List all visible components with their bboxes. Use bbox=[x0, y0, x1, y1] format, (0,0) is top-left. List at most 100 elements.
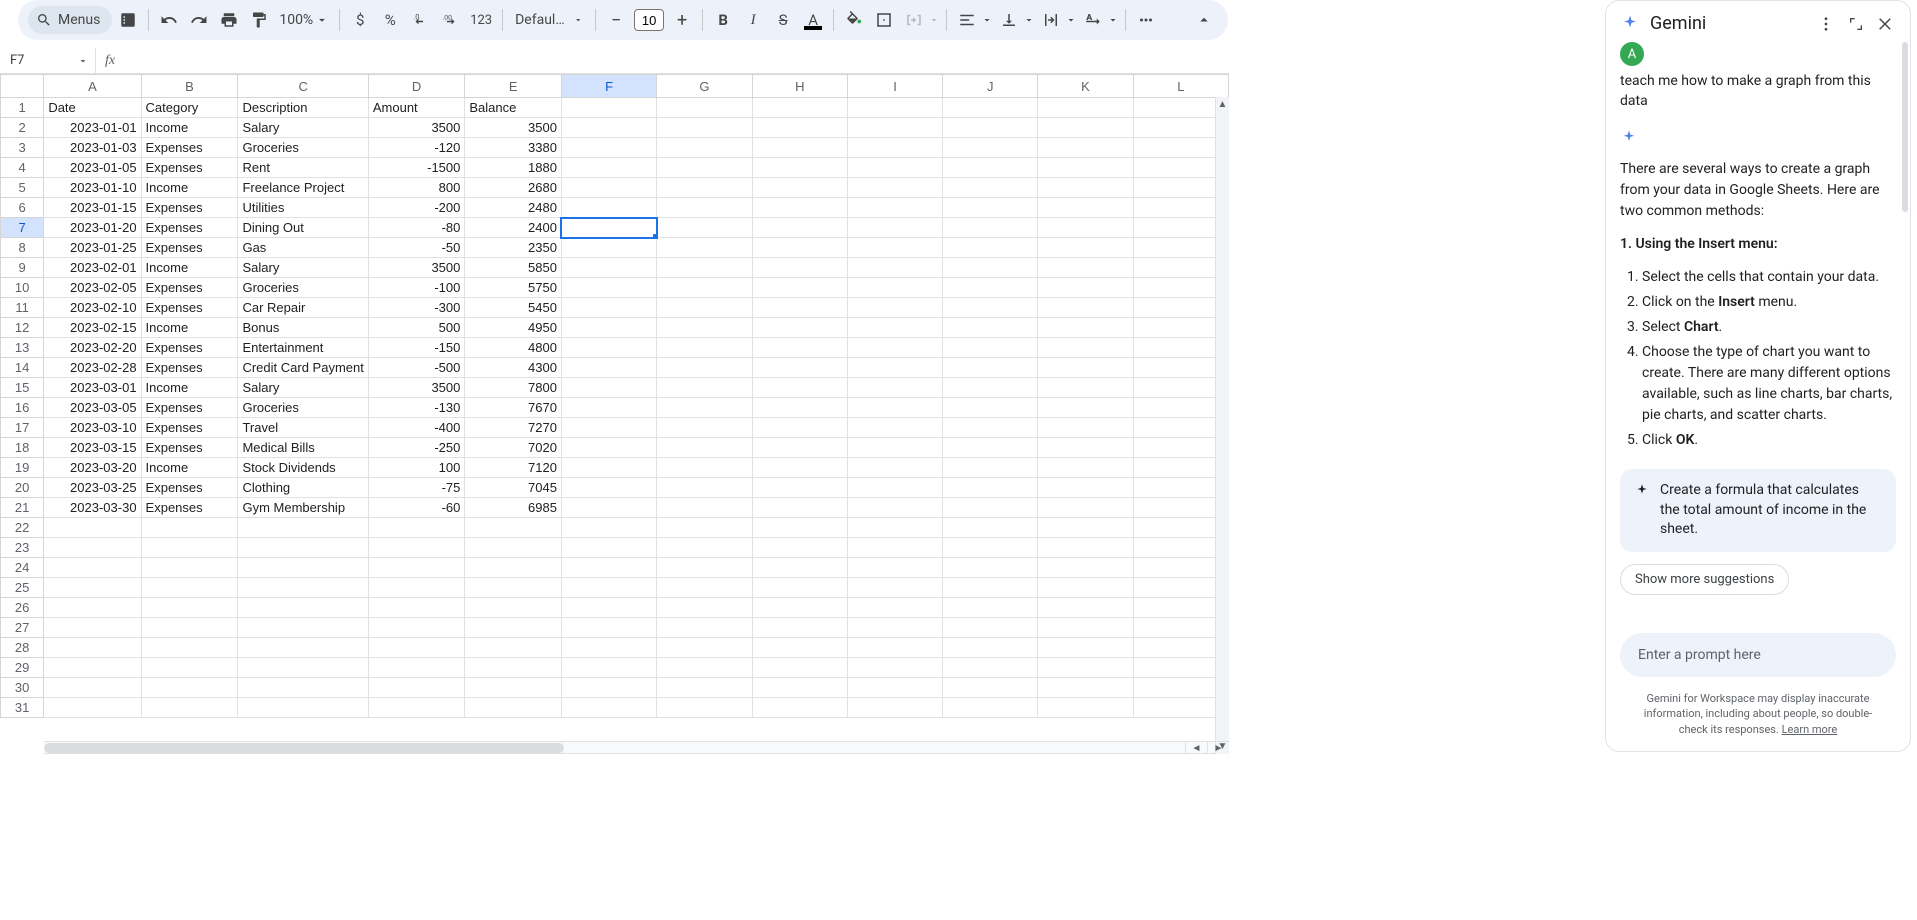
cell[interactable] bbox=[1038, 278, 1133, 298]
cell[interactable] bbox=[1038, 638, 1133, 658]
cell[interactable]: -100 bbox=[368, 278, 465, 298]
cell[interactable] bbox=[752, 498, 847, 518]
cell[interactable] bbox=[847, 438, 942, 458]
cell[interactable] bbox=[1038, 238, 1133, 258]
cell[interactable] bbox=[1038, 418, 1133, 438]
sheets-status-icon[interactable] bbox=[114, 6, 142, 34]
cell[interactable]: -50 bbox=[368, 238, 465, 258]
merge-cells-button[interactable] bbox=[900, 6, 928, 34]
cell[interactable] bbox=[657, 538, 752, 558]
cell[interactable] bbox=[238, 698, 368, 718]
cell[interactable] bbox=[847, 398, 942, 418]
cell[interactable] bbox=[752, 118, 847, 138]
cell[interactable] bbox=[657, 158, 752, 178]
gemini-expand-button[interactable] bbox=[1846, 14, 1866, 34]
paint-format-button[interactable] bbox=[245, 6, 273, 34]
cell[interactable] bbox=[657, 618, 752, 638]
cell[interactable]: 5750 bbox=[465, 278, 562, 298]
cell[interactable] bbox=[657, 598, 752, 618]
italic-button[interactable]: I bbox=[739, 6, 767, 34]
cell[interactable]: -1500 bbox=[368, 158, 465, 178]
cell[interactable] bbox=[657, 318, 752, 338]
row-header[interactable]: 14 bbox=[1, 358, 44, 378]
cell[interactable]: 2350 bbox=[465, 238, 562, 258]
cell[interactable]: -75 bbox=[368, 478, 465, 498]
column-header[interactable]: L bbox=[1133, 75, 1228, 98]
cell[interactable]: -120 bbox=[368, 138, 465, 158]
cell[interactable] bbox=[943, 218, 1038, 238]
decrease-font-button[interactable]: − bbox=[602, 6, 630, 34]
cell[interactable]: Category bbox=[141, 98, 238, 118]
column-header[interactable]: F bbox=[561, 75, 656, 98]
cell[interactable] bbox=[368, 598, 465, 618]
cell[interactable] bbox=[238, 558, 368, 578]
row-header[interactable]: 30 bbox=[1, 678, 44, 698]
cell[interactable] bbox=[943, 138, 1038, 158]
cell[interactable] bbox=[368, 578, 465, 598]
cell[interactable] bbox=[657, 558, 752, 578]
cell[interactable] bbox=[1038, 178, 1133, 198]
percent-button[interactable]: % bbox=[376, 6, 404, 34]
cell[interactable] bbox=[1038, 478, 1133, 498]
column-header[interactable]: C bbox=[238, 75, 368, 98]
grid-vertical-scrollbar[interactable]: ▲ ▼ bbox=[1215, 97, 1229, 754]
cell[interactable]: Date bbox=[44, 98, 141, 118]
cell[interactable]: Gym Membership bbox=[238, 498, 368, 518]
cell[interactable]: Expenses bbox=[141, 358, 238, 378]
cell[interactable] bbox=[943, 618, 1038, 638]
cell[interactable] bbox=[1038, 578, 1133, 598]
cell[interactable] bbox=[1038, 158, 1133, 178]
chevron-down-icon[interactable] bbox=[1023, 14, 1035, 26]
cell[interactable] bbox=[657, 218, 752, 238]
cell[interactable] bbox=[657, 338, 752, 358]
cell[interactable] bbox=[752, 358, 847, 378]
cell[interactable] bbox=[847, 578, 942, 598]
cell[interactable] bbox=[752, 438, 847, 458]
cell[interactable]: Income bbox=[141, 378, 238, 398]
cell[interactable] bbox=[561, 98, 656, 118]
cell[interactable]: Travel bbox=[238, 418, 368, 438]
cell[interactable]: Groceries bbox=[238, 138, 368, 158]
cell[interactable] bbox=[561, 658, 656, 678]
cell[interactable] bbox=[561, 478, 656, 498]
row-header[interactable]: 10 bbox=[1, 278, 44, 298]
cell[interactable]: 2023-02-05 bbox=[44, 278, 141, 298]
column-header[interactable]: K bbox=[1038, 75, 1133, 98]
cell[interactable] bbox=[465, 598, 562, 618]
cell[interactable] bbox=[847, 698, 942, 718]
increase-decimal-button[interactable]: .00 bbox=[436, 6, 464, 34]
cell[interactable] bbox=[1038, 318, 1133, 338]
cell[interactable] bbox=[561, 298, 656, 318]
cell[interactable] bbox=[465, 518, 562, 538]
cell[interactable] bbox=[752, 338, 847, 358]
row-header[interactable]: 23 bbox=[1, 538, 44, 558]
cell[interactable]: Income bbox=[141, 458, 238, 478]
row-header[interactable]: 9 bbox=[1, 258, 44, 278]
cell[interactable]: -150 bbox=[368, 338, 465, 358]
chevron-down-icon[interactable] bbox=[1065, 14, 1077, 26]
cell[interactable]: Expenses bbox=[141, 158, 238, 178]
cell[interactable] bbox=[465, 538, 562, 558]
cell[interactable] bbox=[465, 658, 562, 678]
cell[interactable] bbox=[752, 318, 847, 338]
cell[interactable] bbox=[847, 278, 942, 298]
cell[interactable] bbox=[561, 698, 656, 718]
cell[interactable] bbox=[44, 698, 141, 718]
cell[interactable] bbox=[1038, 678, 1133, 698]
more-toolbar-button[interactable] bbox=[1132, 6, 1160, 34]
cell[interactable] bbox=[657, 518, 752, 538]
cell[interactable] bbox=[368, 618, 465, 638]
chevron-down-icon[interactable] bbox=[981, 14, 993, 26]
cell[interactable] bbox=[561, 158, 656, 178]
cell[interactable] bbox=[657, 118, 752, 138]
cell[interactable] bbox=[657, 378, 752, 398]
cell[interactable] bbox=[141, 618, 238, 638]
cell[interactable]: 2023-03-10 bbox=[44, 418, 141, 438]
cell[interactable] bbox=[44, 558, 141, 578]
cell[interactable]: 7670 bbox=[465, 398, 562, 418]
font-size-input[interactable] bbox=[634, 9, 664, 31]
column-header[interactable]: A bbox=[44, 75, 141, 98]
undo-button[interactable] bbox=[155, 6, 183, 34]
cell[interactable]: Amount bbox=[368, 98, 465, 118]
cell[interactable] bbox=[141, 658, 238, 678]
